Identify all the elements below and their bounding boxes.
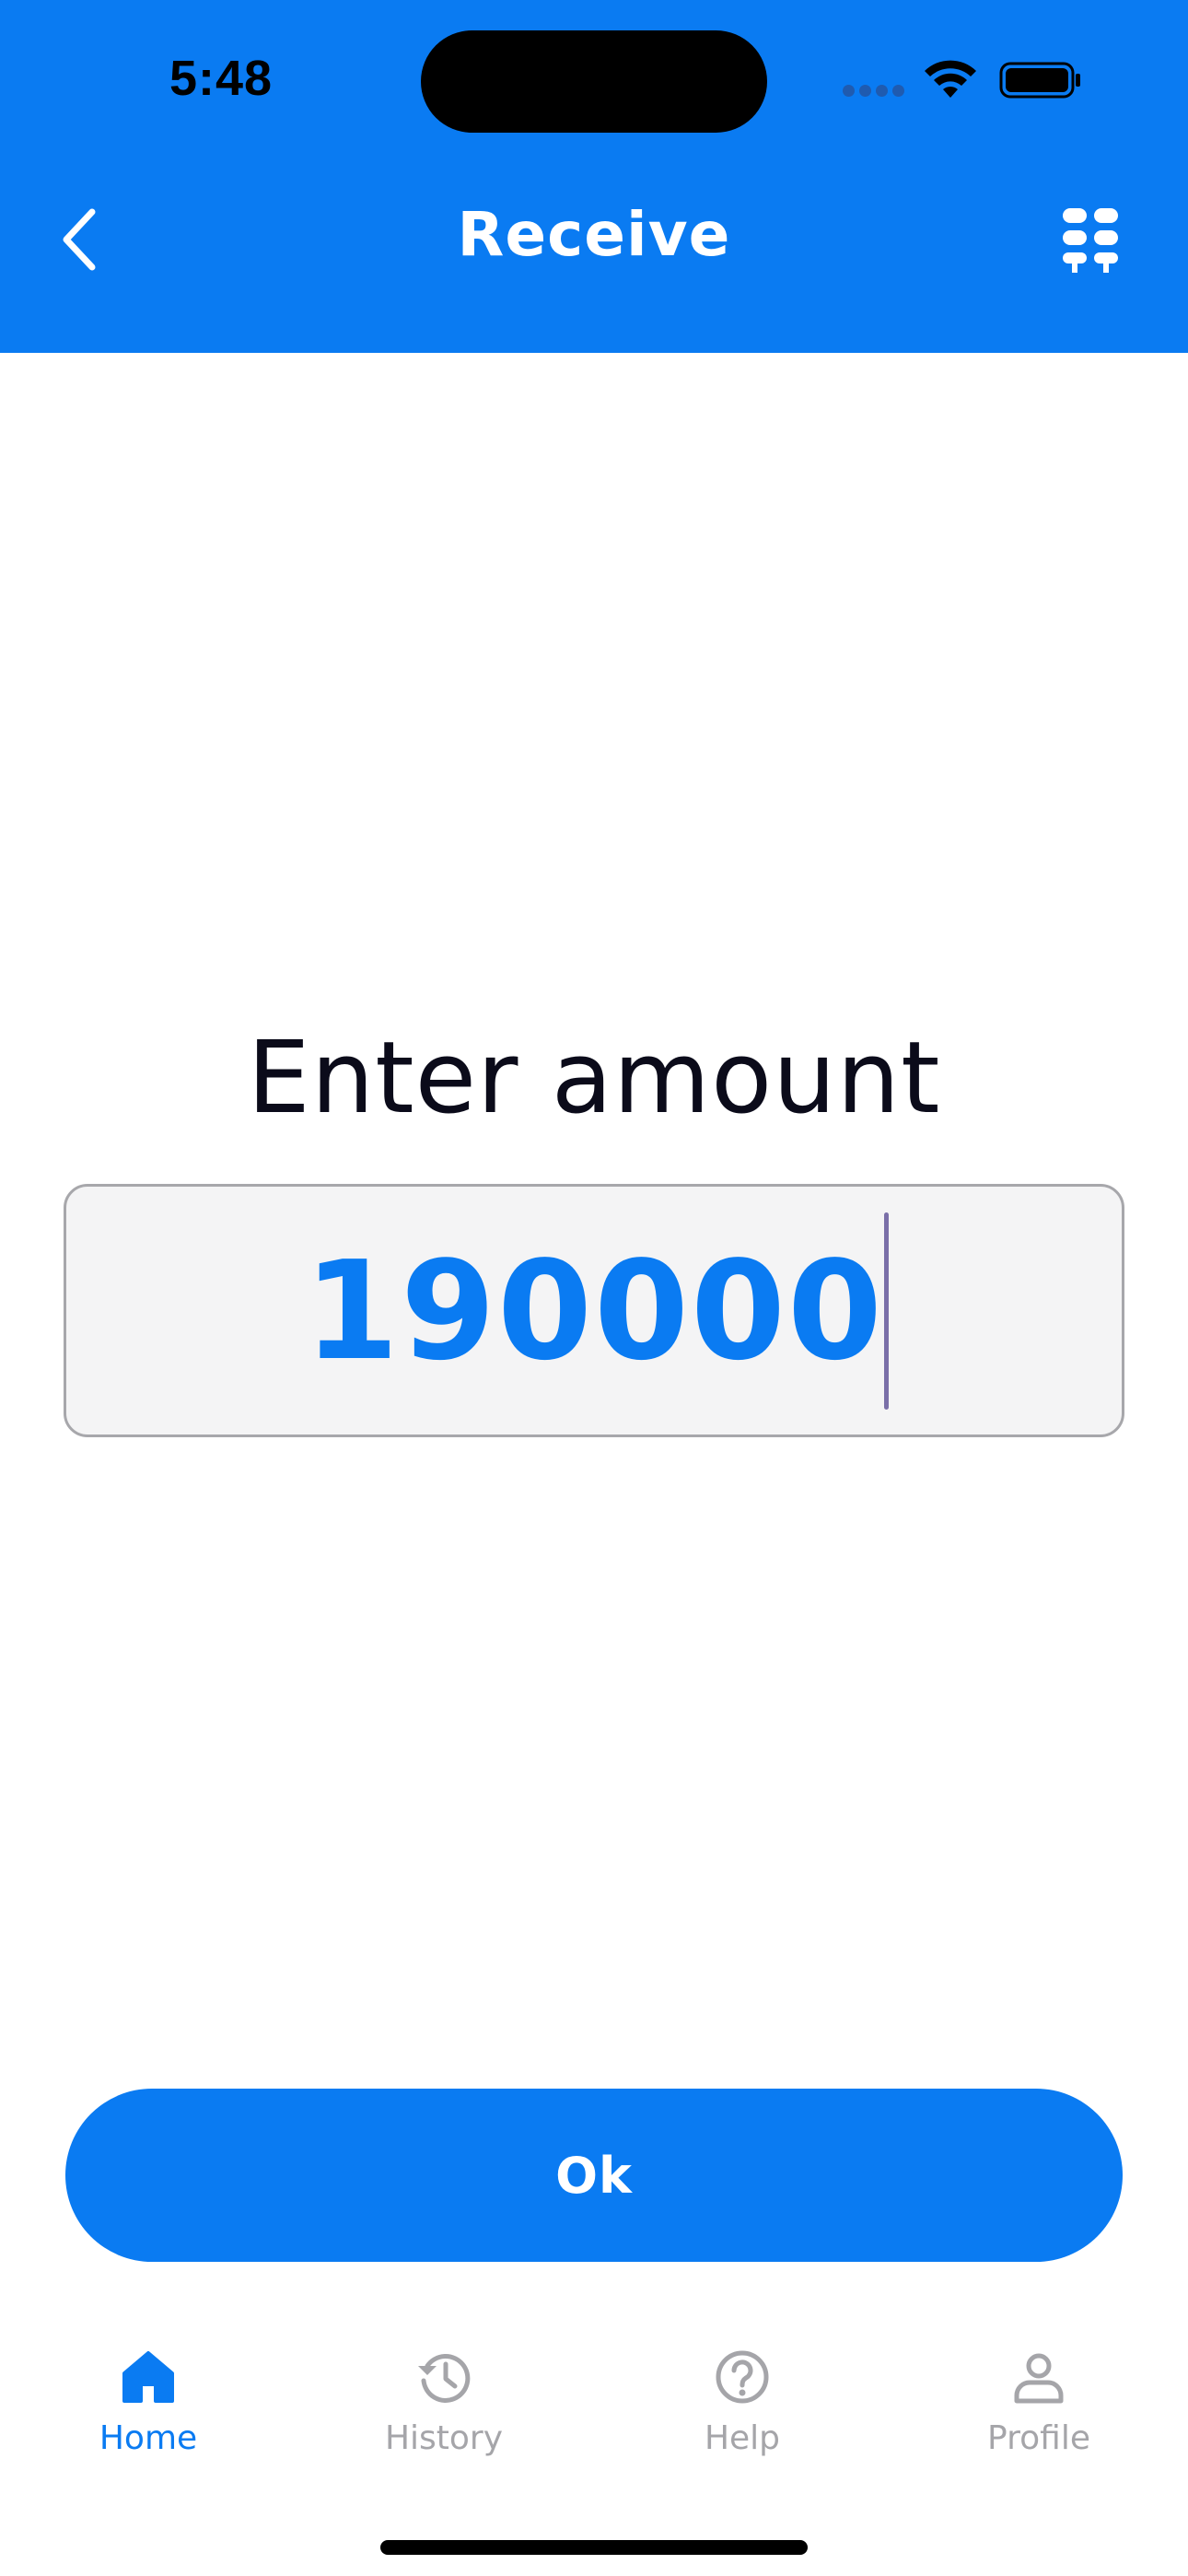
amount-value: 190000 (304, 1231, 884, 1390)
tab-help-label: Help (704, 2419, 781, 2457)
battery-icon (999, 62, 1080, 99)
tab-home[interactable]: Home (38, 2348, 259, 2486)
dynamic-island (421, 30, 767, 133)
tab-home-label: Home (99, 2419, 198, 2457)
tab-history[interactable]: History (333, 2348, 554, 2486)
status-time: 5:48 (169, 51, 274, 106)
ok-button[interactable]: Ok (65, 2089, 1123, 2262)
enter-amount-label: Enter amount (247, 1021, 941, 1136)
app-header: 5:48 Receive (0, 0, 1188, 353)
tab-profile[interactable]: Profile (928, 2348, 1149, 2486)
home-icon (122, 2351, 174, 2403)
tab-history-label: History (384, 2419, 504, 2457)
history-icon (418, 2353, 471, 2403)
cellular-signal-icon (843, 85, 905, 98)
help-icon (716, 2350, 769, 2404)
page-title: Receive (457, 199, 731, 270)
amount-input[interactable]: 190000 (64, 1184, 1124, 1437)
receive-screen: 5:48 Receive Enter amount 190000 Ok Home… (0, 0, 1188, 2576)
tab-profile-label: Profile (987, 2419, 1090, 2457)
home-indicator (380, 2540, 808, 2555)
tab-help[interactable]: Help (632, 2348, 853, 2486)
grid-dots-icon[interactable] (1059, 205, 1122, 275)
wifi-icon (925, 60, 976, 98)
text-cursor (884, 1212, 889, 1410)
profile-icon (1014, 2353, 1064, 2404)
